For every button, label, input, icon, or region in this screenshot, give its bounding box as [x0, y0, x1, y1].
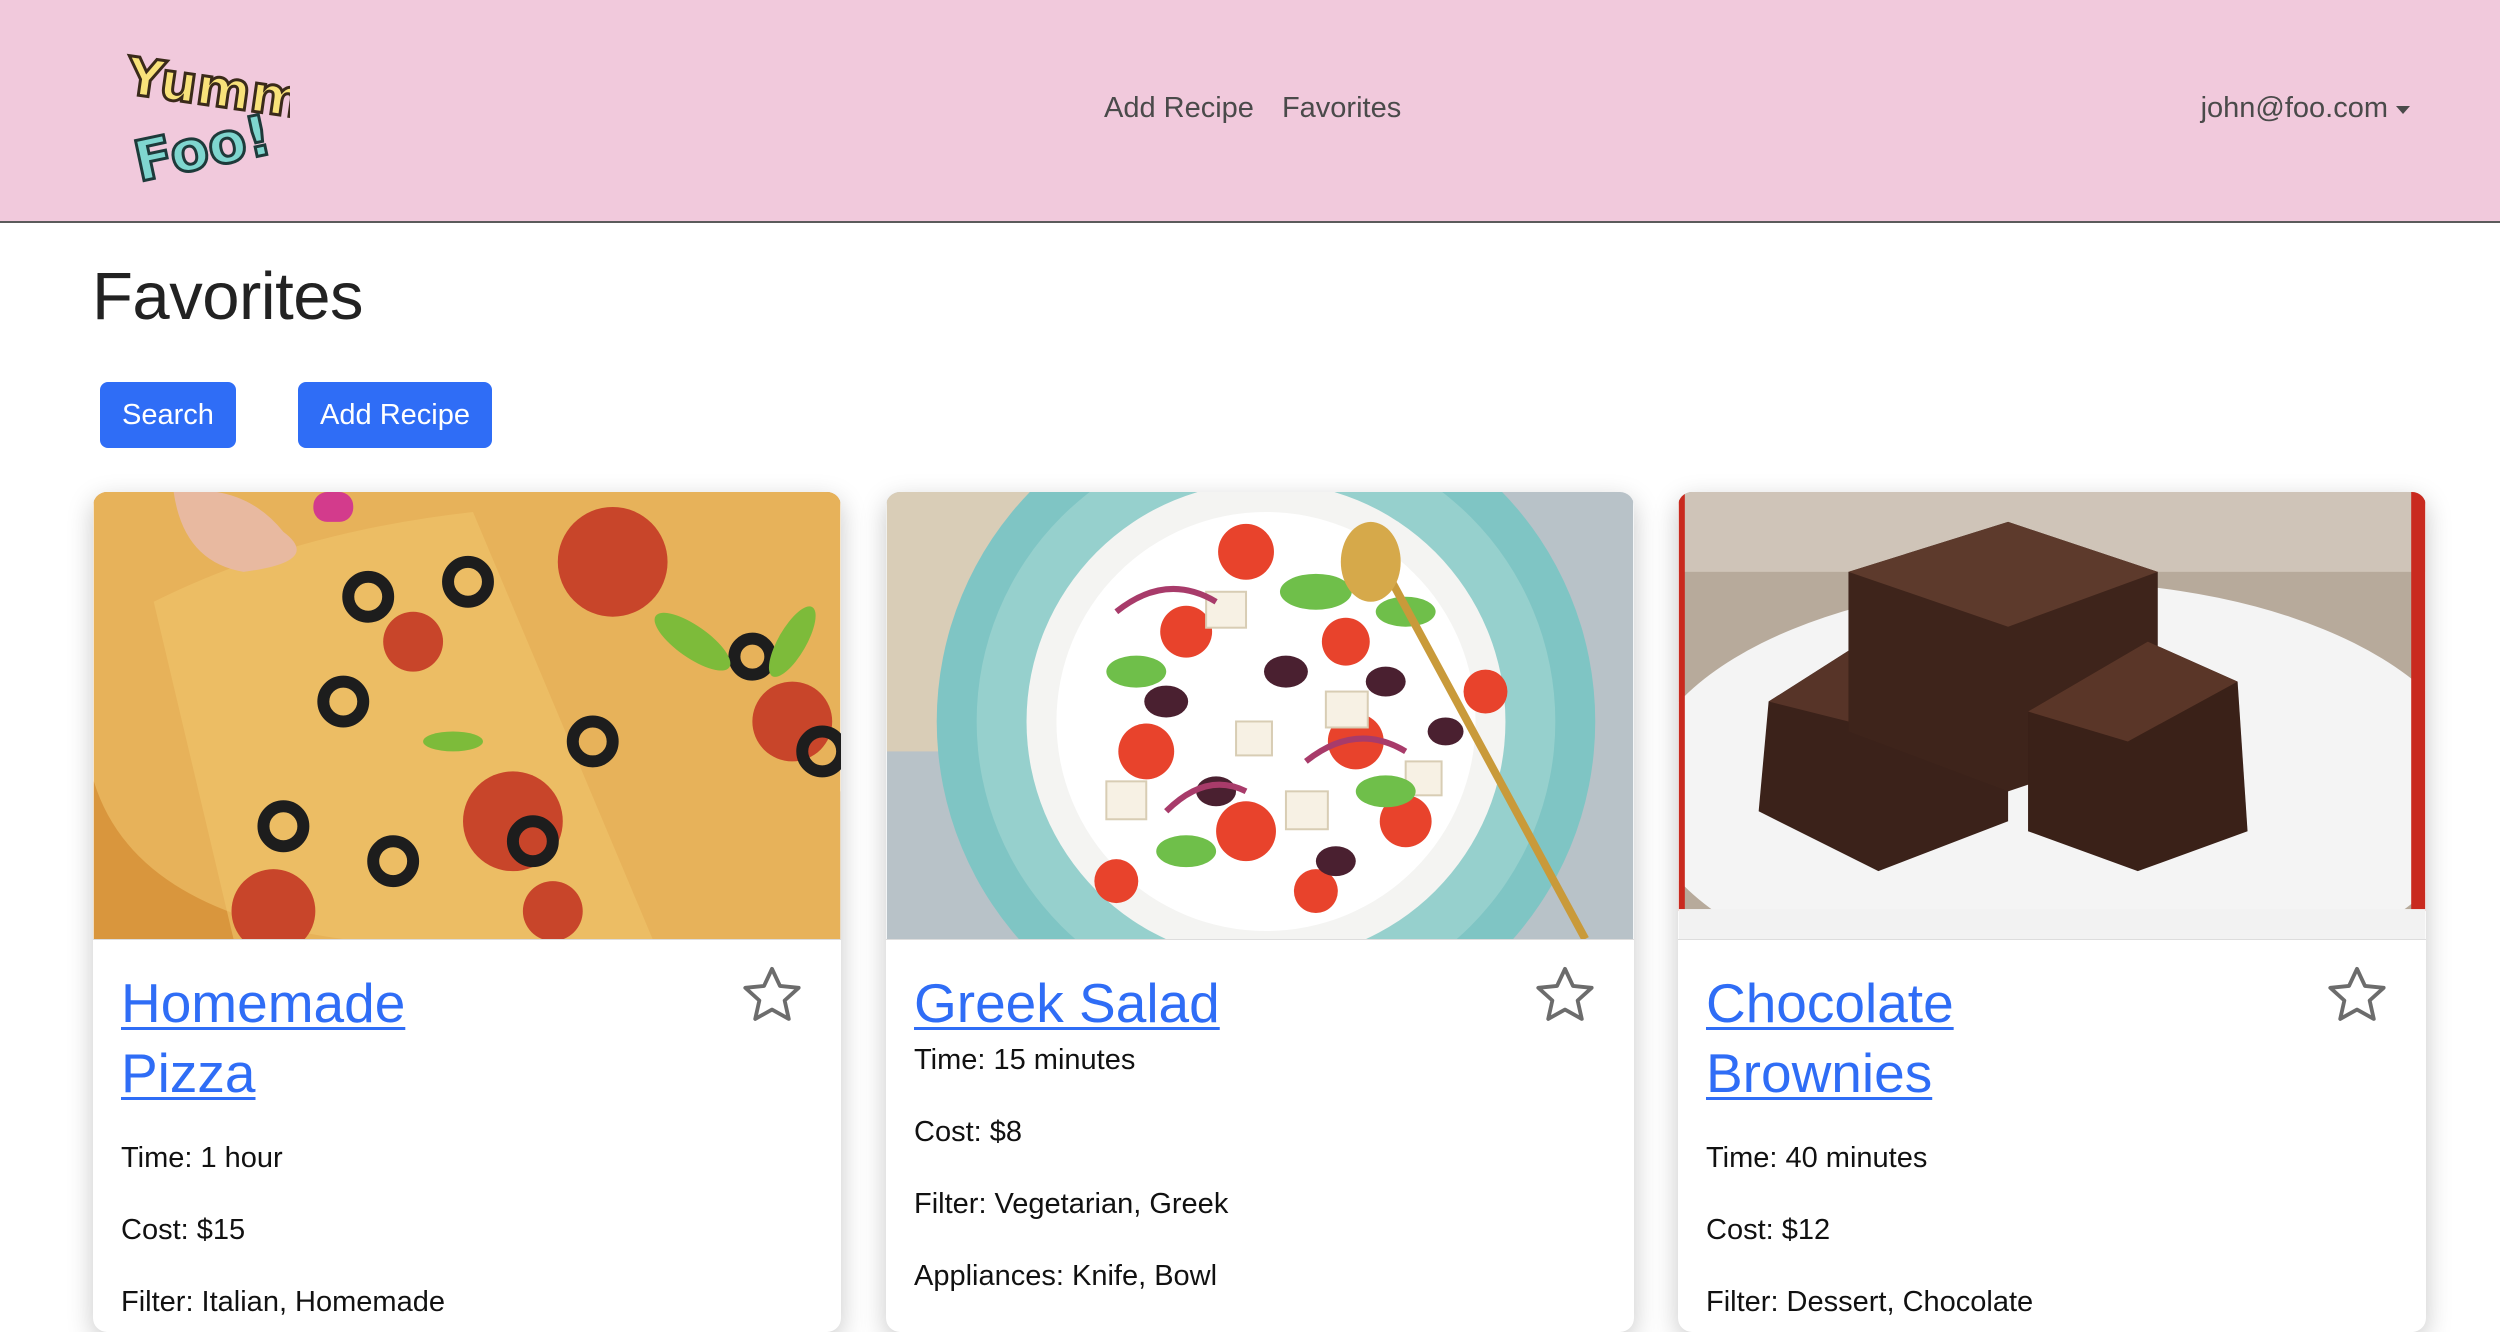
user-email: john@foo.com [2200, 92, 2388, 124]
recipe-filter: Filter: Vegetarian, Greek [914, 1188, 1229, 1220]
page-title: Favorites [92, 259, 364, 334]
card-body: Chocolate Brownies Time: 40 minutes Cost… [1678, 940, 2426, 1324]
recipe-card: Greek Salad Time: 15 minutes Cost: $8 Fi… [886, 492, 1634, 1332]
salad-photo [886, 492, 1634, 940]
pizza-photo [93, 492, 841, 940]
recipe-title-link[interactable]: Greek Salad [914, 968, 1334, 1038]
recipe-cost: Cost: $8 [914, 1116, 1022, 1148]
logo-word-foo: Foo! [128, 103, 277, 190]
recipe-title-link[interactable]: Chocolate Brownies [1706, 968, 2126, 1108]
main-nav: Add Recipe Favorites [1104, 92, 1401, 125]
recipe-appliances: Appliances: Knife, Bowl [914, 1260, 1218, 1292]
search-button[interactable]: Search [100, 382, 236, 448]
star-outline-icon[interactable] [1532, 962, 1598, 1028]
nav-favorites[interactable]: Favorites [1282, 92, 1401, 125]
recipe-card: Chocolate Brownies Time: 40 minutes Cost… [1678, 492, 2426, 1332]
star-outline-icon[interactable] [739, 962, 805, 1028]
recipe-cost: Cost: $15 [121, 1214, 246, 1246]
recipe-title-link[interactable]: Homemade Pizza [121, 968, 541, 1108]
yummy-foo-logo[interactable]: Yummy Foo! [112, 42, 290, 190]
add-recipe-button[interactable]: Add Recipe [298, 382, 492, 448]
nav-add-recipe[interactable]: Add Recipe [1104, 92, 1254, 125]
recipe-time: Time: 15 minutes [914, 1044, 1136, 1076]
recipe-card: Homemade Pizza Time: 1 hour Cost: $15 Fi… [93, 492, 841, 1332]
card-body: Homemade Pizza Time: 1 hour Cost: $15 Fi… [93, 940, 841, 1324]
recipe-filter: Filter: Italian, Homemade [121, 1286, 445, 1318]
recipe-cost: Cost: $12 [1706, 1214, 1831, 1246]
recipe-time: Time: 1 hour [121, 1142, 283, 1174]
user-dropdown[interactable]: john@foo.com [2201, 92, 2410, 125]
navbar: Yummy Foo! Add Recipe Favorites john@foo… [0, 0, 2500, 223]
card-body: Greek Salad Time: 15 minutes Cost: $8 Fi… [886, 940, 1634, 1298]
caret-down-icon [2396, 105, 2410, 114]
recipe-filter: Filter: Dessert, Chocolate [1706, 1286, 2034, 1318]
brownie-photo [1678, 492, 2426, 940]
recipe-time: Time: 40 minutes [1706, 1142, 1928, 1174]
star-outline-icon[interactable] [2324, 962, 2390, 1028]
